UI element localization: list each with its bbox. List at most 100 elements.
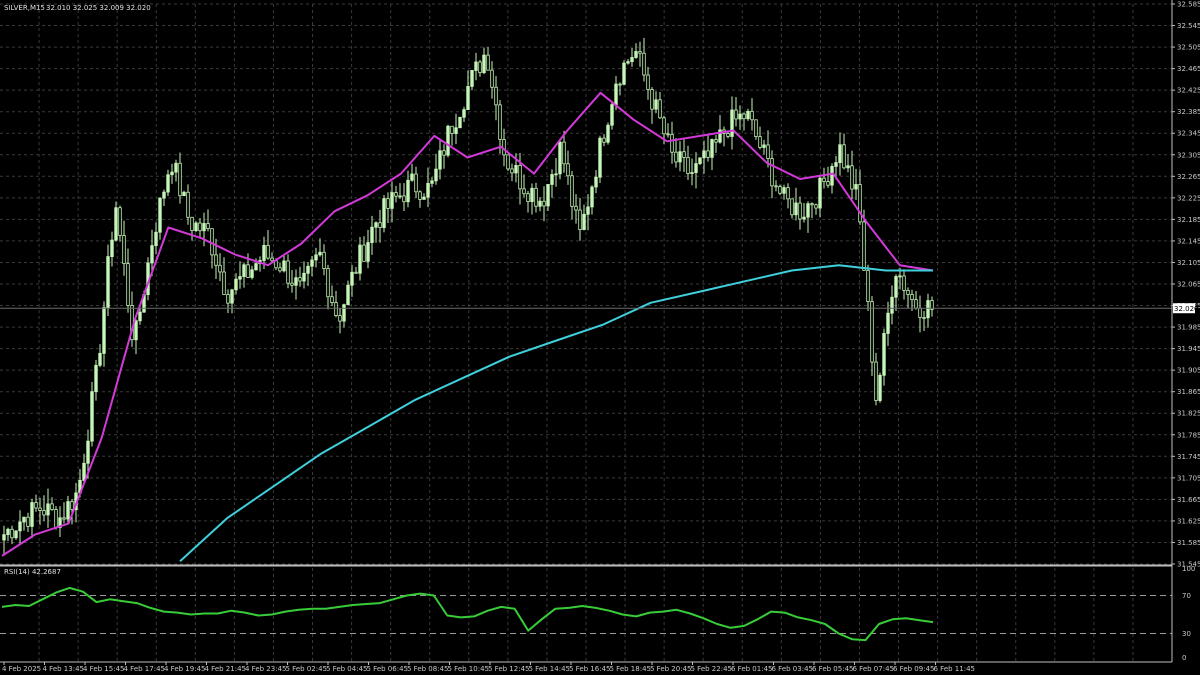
- candle[interactable]: [450, 125, 454, 134]
- candle[interactable]: [706, 150, 710, 158]
- candle[interactable]: [418, 191, 422, 200]
- candle[interactable]: [774, 185, 778, 188]
- candle[interactable]: [618, 83, 622, 86]
- candle[interactable]: [222, 271, 226, 295]
- candle[interactable]: [594, 176, 598, 188]
- candle[interactable]: [598, 137, 602, 178]
- candle[interactable]: [70, 501, 74, 510]
- candle[interactable]: [878, 374, 882, 401]
- candle[interactable]: [274, 260, 278, 269]
- candle[interactable]: [750, 110, 754, 121]
- candle[interactable]: [658, 99, 662, 119]
- candle[interactable]: [470, 70, 474, 87]
- candle[interactable]: [642, 52, 646, 76]
- candle[interactable]: [282, 260, 286, 272]
- candle[interactable]: [482, 54, 486, 74]
- candle[interactable]: [870, 301, 874, 363]
- candle[interactable]: [494, 86, 498, 106]
- candle[interactable]: [842, 144, 846, 169]
- candle[interactable]: [850, 165, 854, 190]
- candle[interactable]: [626, 61, 630, 64]
- candle[interactable]: [90, 391, 94, 442]
- candle[interactable]: [838, 144, 842, 164]
- candle[interactable]: [614, 83, 618, 106]
- candle[interactable]: [334, 302, 338, 316]
- candle[interactable]: [570, 175, 574, 207]
- candle[interactable]: [98, 352, 102, 366]
- candle[interactable]: [202, 223, 206, 232]
- candle[interactable]: [622, 62, 626, 85]
- candle[interactable]: [874, 361, 878, 401]
- candle[interactable]: [654, 99, 658, 110]
- candle[interactable]: [306, 265, 310, 274]
- candle[interactable]: [86, 440, 90, 464]
- candle[interactable]: [226, 294, 230, 304]
- candle[interactable]: [82, 462, 86, 481]
- candle[interactable]: [54, 509, 58, 528]
- candle[interactable]: [342, 304, 346, 322]
- candle[interactable]: [174, 162, 178, 173]
- candle[interactable]: [674, 151, 678, 163]
- candle[interactable]: [162, 191, 166, 199]
- candle[interactable]: [522, 188, 526, 195]
- candle[interactable]: [230, 289, 234, 304]
- candle[interactable]: [814, 204, 818, 209]
- candle[interactable]: [714, 139, 718, 143]
- candle[interactable]: [38, 507, 42, 511]
- candle[interactable]: [134, 320, 138, 341]
- candle[interactable]: [22, 516, 26, 523]
- candle[interactable]: [266, 244, 270, 259]
- candle[interactable]: [234, 278, 238, 291]
- candle[interactable]: [270, 257, 274, 262]
- candle[interactable]: [434, 168, 438, 182]
- candle[interactable]: [446, 125, 450, 156]
- candle[interactable]: [310, 259, 314, 267]
- candle[interactable]: [118, 207, 122, 236]
- candle[interactable]: [66, 501, 70, 520]
- candle[interactable]: [754, 119, 758, 138]
- candle[interactable]: [110, 239, 114, 257]
- candle[interactable]: [602, 137, 606, 143]
- candle[interactable]: [338, 315, 342, 322]
- candle[interactable]: [762, 144, 766, 148]
- candle[interactable]: [466, 86, 470, 111]
- candle[interactable]: [198, 222, 202, 232]
- candle[interactable]: [242, 264, 246, 277]
- candle[interactable]: [102, 307, 106, 354]
- candle[interactable]: [442, 150, 446, 156]
- candle[interactable]: [506, 154, 510, 170]
- candle[interactable]: [782, 187, 786, 194]
- candle[interactable]: [562, 141, 566, 165]
- candle[interactable]: [478, 61, 482, 74]
- candle[interactable]: [302, 272, 306, 282]
- candle[interactable]: [766, 144, 770, 159]
- candle[interactable]: [778, 186, 782, 194]
- candle[interactable]: [862, 221, 866, 271]
- candle[interactable]: [558, 141, 562, 175]
- candle[interactable]: [886, 312, 890, 334]
- candle[interactable]: [538, 200, 542, 207]
- candle[interactable]: [410, 173, 414, 181]
- candle[interactable]: [534, 187, 538, 207]
- candle[interactable]: [374, 222, 378, 228]
- candle[interactable]: [150, 245, 154, 264]
- candle[interactable]: [730, 109, 734, 137]
- candle[interactable]: [678, 151, 682, 163]
- candle[interactable]: [786, 187, 790, 200]
- candle[interactable]: [914, 299, 918, 309]
- candle[interactable]: [190, 216, 194, 231]
- candle[interactable]: [858, 184, 862, 223]
- candle[interactable]: [398, 195, 402, 198]
- candle[interactable]: [854, 184, 858, 190]
- candle[interactable]: [362, 244, 366, 262]
- candle[interactable]: [746, 110, 750, 120]
- candle[interactable]: [262, 244, 266, 261]
- trading-chart[interactable]: 32.585 32.545 32.505 32.465 32.425 32.385 32.3…: [0, 0, 1200, 675]
- candle[interactable]: [818, 177, 822, 209]
- candle[interactable]: [586, 206, 590, 215]
- candle[interactable]: [390, 192, 394, 209]
- candle[interactable]: [574, 205, 578, 211]
- candle[interactable]: [510, 168, 514, 174]
- candle[interactable]: [122, 235, 126, 264]
- candle[interactable]: [426, 182, 430, 198]
